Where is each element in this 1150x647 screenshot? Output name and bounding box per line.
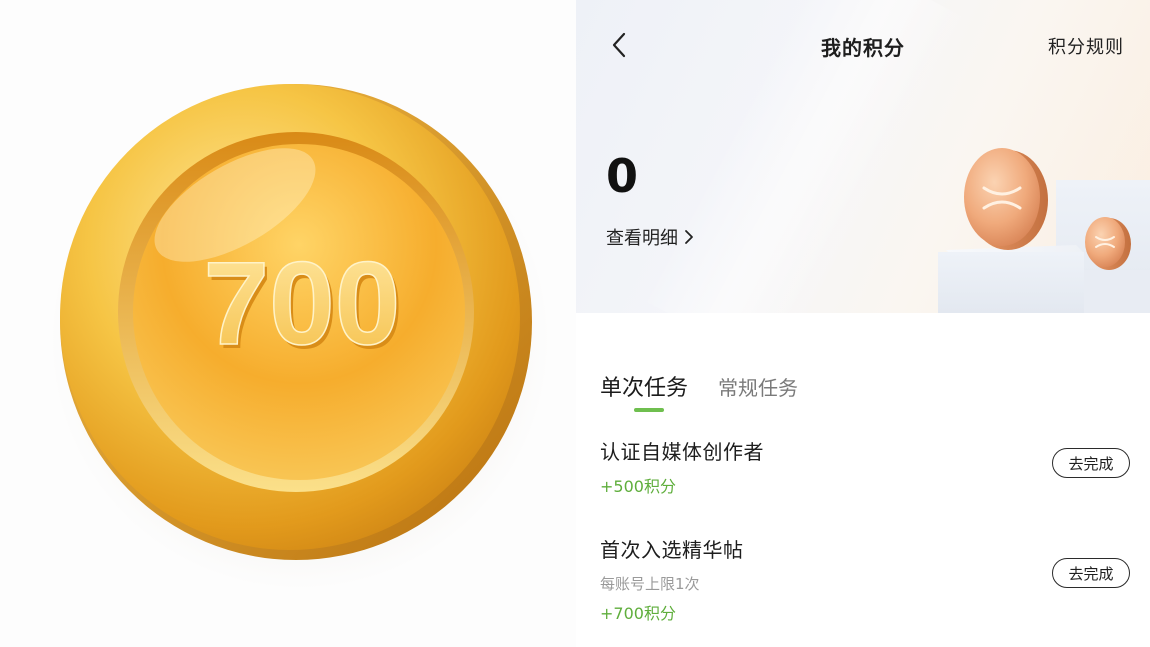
coin-image-panel: 700 700 <box>0 0 576 647</box>
task-reward: +700积分 <box>600 604 676 623</box>
view-details-link[interactable]: 查看明细 <box>606 224 694 250</box>
tab-regular-tasks-label: 常规任务 <box>718 376 799 400</box>
task-item: 认证自媒体创作者 +500积分 去完成 <box>600 436 1130 497</box>
task-title: 首次入选精华帖 <box>600 538 744 562</box>
complete-task-button[interactable]: 去完成 <box>1052 558 1130 588</box>
view-details-label: 查看明细 <box>606 228 678 249</box>
task-limit-note: 每账号上限1次 <box>600 575 700 593</box>
my-points-screen: 我的积分 积分规则 0 查看明细 单次任务 常规任务 认证自媒体创作者 +500… <box>576 0 1150 647</box>
tab-single-tasks[interactable]: 单次任务 <box>600 370 689 412</box>
tab-regular-tasks[interactable]: 常规任务 <box>718 372 798 402</box>
task-reward: +500积分 <box>600 477 676 496</box>
tab-single-tasks-label: 单次任务 <box>600 376 689 401</box>
points-rules-link[interactable]: 积分规则 <box>1048 33 1124 59</box>
points-balance: 0 <box>606 149 639 203</box>
task-title: 认证自媒体创作者 <box>600 440 764 464</box>
task-item: 首次入选精华帖 每账号上限1次 +700积分 去完成 <box>600 534 1130 624</box>
coins-pedestal-illustration <box>938 148 1150 313</box>
chevron-right-icon <box>685 230 693 244</box>
complete-task-button[interactable]: 去完成 <box>1052 448 1130 478</box>
coin-value-text: 700 <box>204 238 401 370</box>
active-tab-indicator <box>634 408 664 412</box>
points-hero-banner: 我的积分 积分规则 0 查看明细 <box>576 0 1150 313</box>
gold-coin-illustration: 700 700 <box>50 84 550 590</box>
task-tabs: 单次任务 常规任务 <box>600 370 828 412</box>
